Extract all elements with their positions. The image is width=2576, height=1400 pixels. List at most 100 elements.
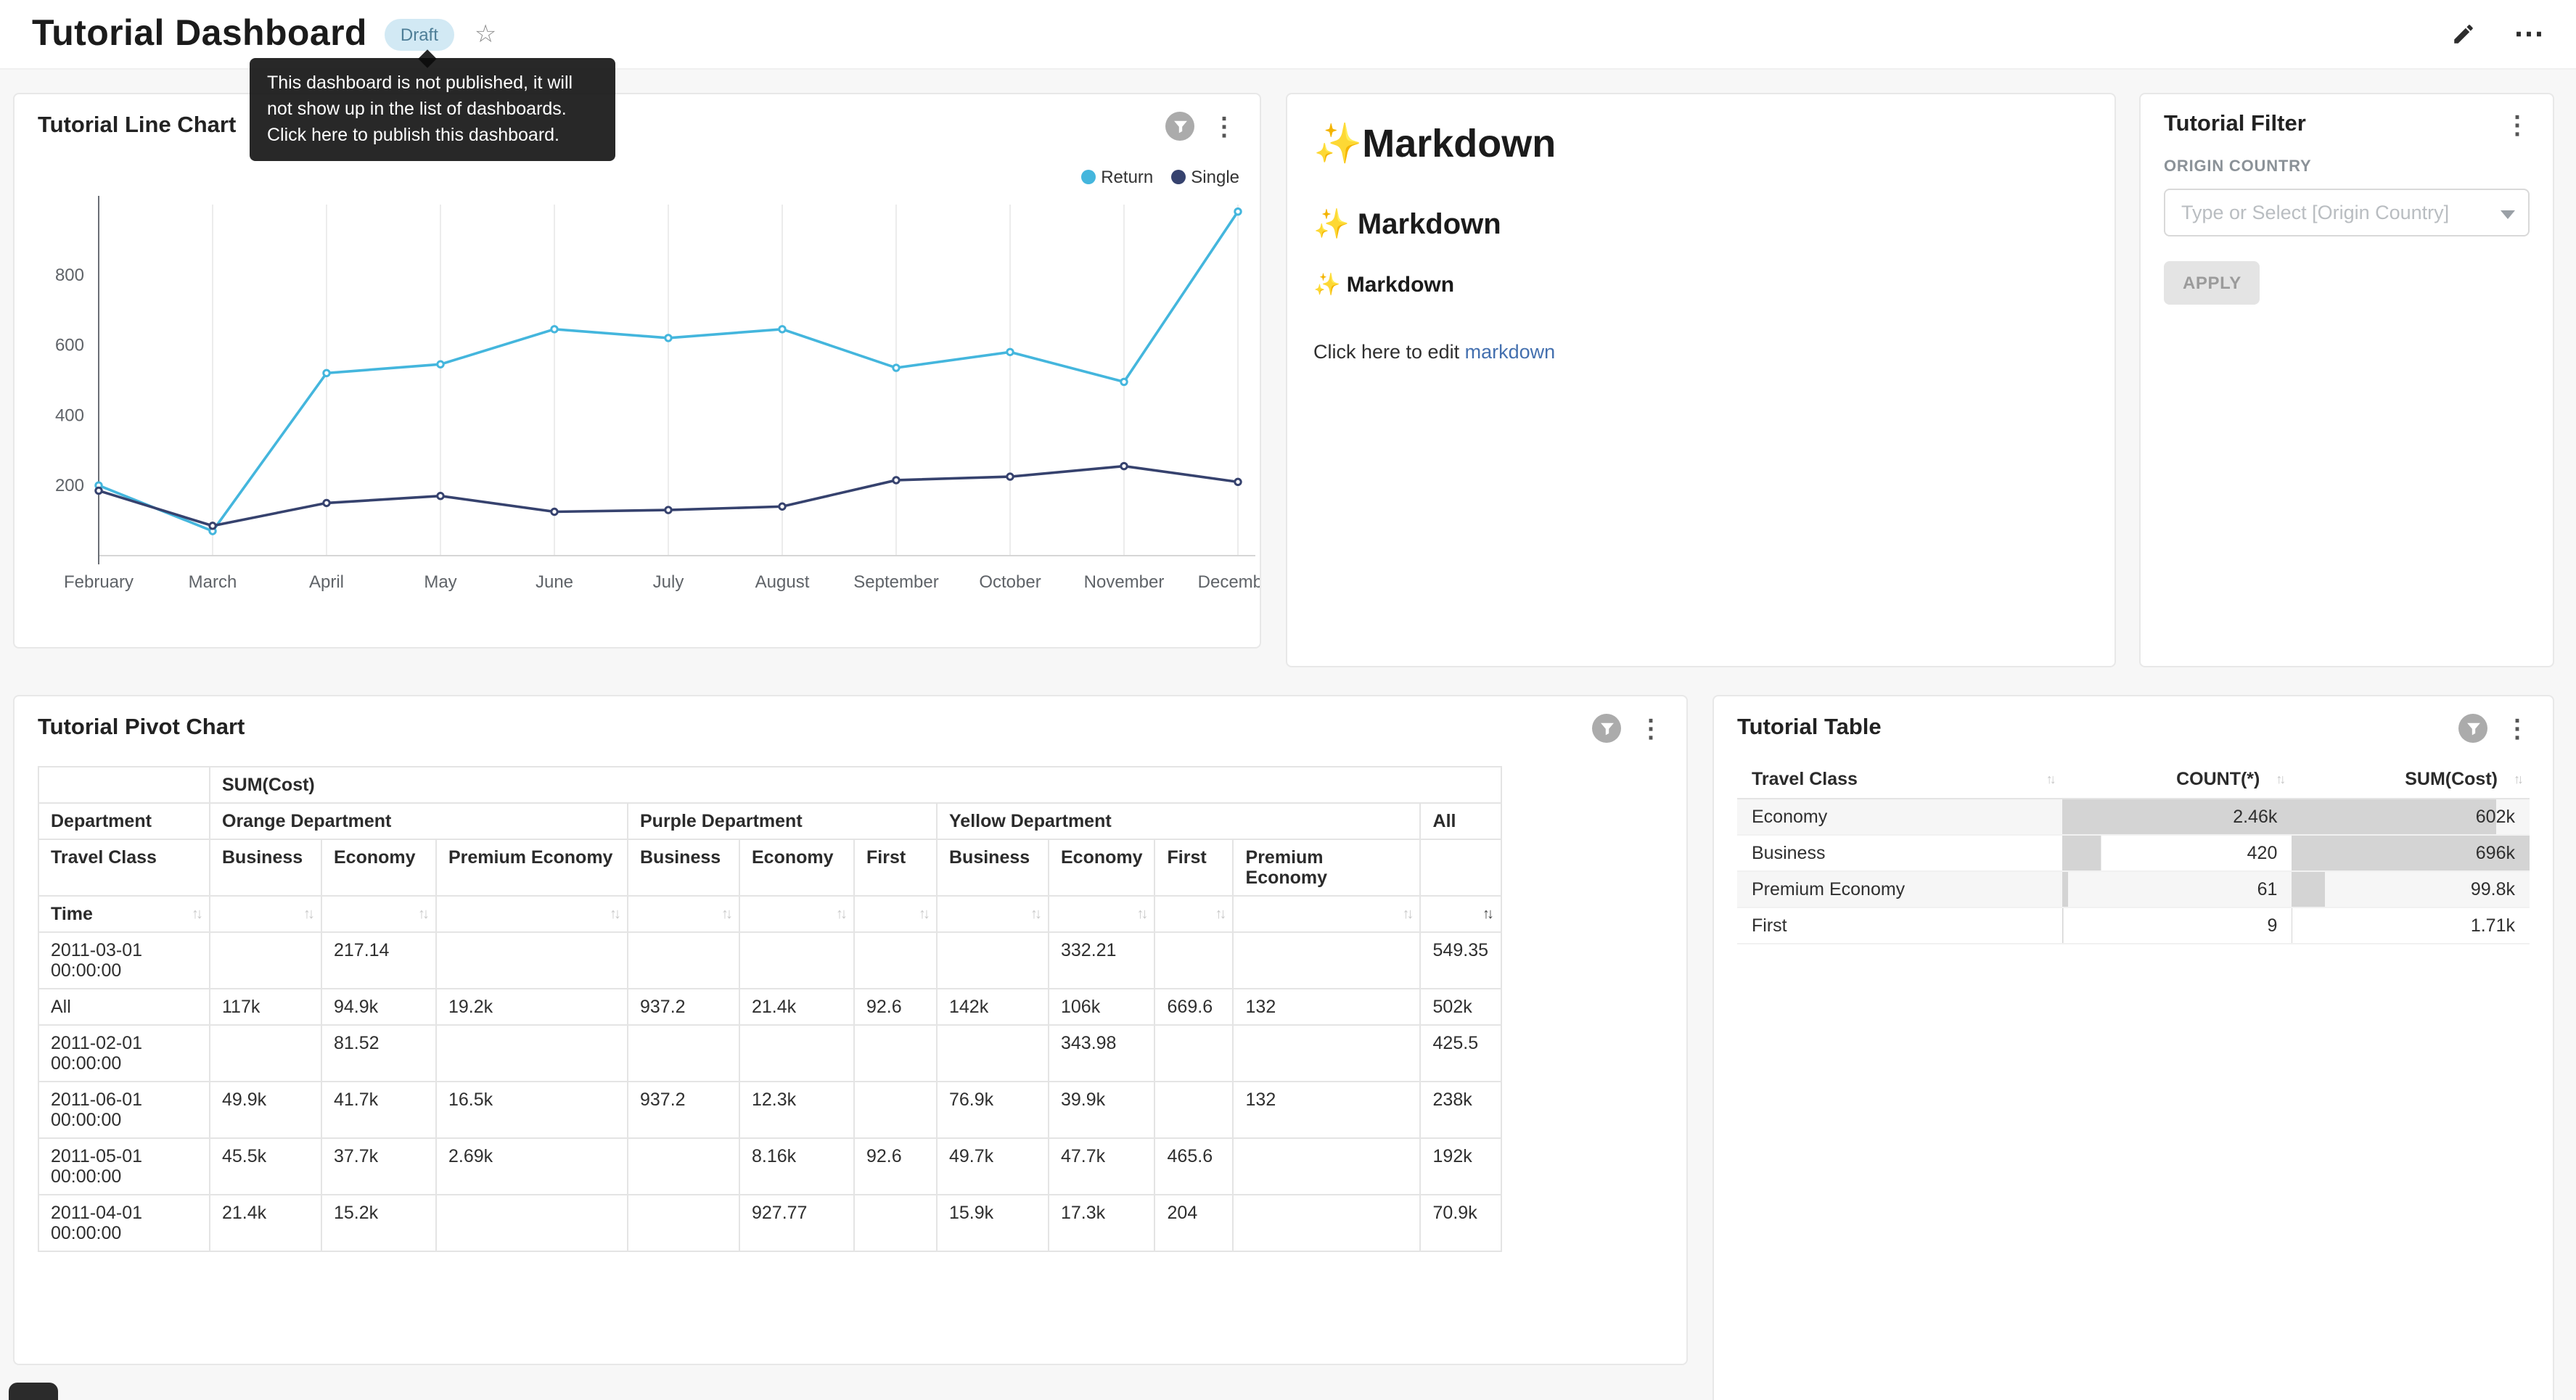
pivot-cell: 81.52	[321, 1025, 436, 1082]
select-placeholder: Type or Select [Origin Country]	[2181, 202, 2449, 223]
column-header-sum-cost-[interactable]: SUM(Cost)↑↓	[2292, 760, 2530, 799]
table-cell: 696k	[2292, 835, 2530, 871]
pivot-cell	[854, 1195, 937, 1251]
sort-icon[interactable]: ↑↓	[721, 907, 730, 923]
markdown-edit-link[interactable]: markdown	[1465, 341, 1556, 363]
svg-text:June: June	[536, 572, 573, 592]
table-cell: 1.71k	[2292, 907, 2530, 944]
pivot-cell: 142k	[937, 989, 1049, 1025]
publish-tooltip[interactable]: This dashboard is not published, it will…	[250, 58, 615, 162]
sort-icon[interactable]: ↑↓	[919, 907, 927, 923]
pivot-cell: 117k	[210, 989, 321, 1025]
filter-card: Tutorial Filter ⋮ ORIGIN COUNTRY Type or…	[2139, 93, 2554, 667]
pivot-row-label: 2011-04-01 00:00:00	[38, 1195, 210, 1251]
pivot-col-header: Business	[210, 839, 321, 896]
more-vertical-icon[interactable]: ⋮	[2505, 716, 2530, 741]
pivot-col-header: Economy	[321, 839, 436, 896]
pivot-cell: 425.5	[1421, 1025, 1501, 1082]
pivot-table: SUM(Cost)DepartmentOrange DepartmentPurp…	[38, 766, 1501, 1252]
pivot-row-label: All	[38, 989, 210, 1025]
card-header: Tutorial Pivot Chart ⋮	[15, 696, 1686, 743]
pivot-sort-row: Time↑↓↑↓↑↓↑↓↑↓↑↓↑↓↑↓↑↓↑↓↑↓↑↓	[38, 896, 1501, 932]
pivot-cell: 937.2	[628, 989, 739, 1025]
edit-icon[interactable]	[2451, 22, 2476, 46]
pivot-row-label: 2011-03-01 00:00:00	[38, 932, 210, 989]
pivot-cell: 15.2k	[321, 1195, 436, 1251]
draft-badge[interactable]: Draft	[385, 18, 454, 50]
pivot-cell: 8.16k	[739, 1138, 854, 1195]
pivot-cell: 45.5k	[210, 1138, 321, 1195]
pivot-col-header: Economy	[1049, 839, 1155, 896]
pivot-col-header: Business	[937, 839, 1049, 896]
more-vertical-icon[interactable]: ⋮	[2505, 112, 2530, 137]
svg-text:September: September	[853, 572, 938, 592]
pivot-col-header: First	[854, 839, 937, 896]
data-table: Travel Class↑↓COUNT(*)↑↓SUM(Cost)↑↓ Econ…	[1737, 760, 2530, 944]
table-header-row: Travel Class↑↓COUNT(*)↑↓SUM(Cost)↑↓	[1737, 760, 2530, 799]
origin-country-select[interactable]: Type or Select [Origin Country]	[2164, 189, 2530, 236]
column-header-travel-class[interactable]: Travel Class↑↓	[1737, 760, 2062, 799]
pivot-col-header	[1421, 839, 1501, 896]
filter-indicator-icon[interactable]	[2458, 714, 2487, 743]
table-cell: 420	[2062, 835, 2292, 871]
pivot-col-header: Economy	[739, 839, 854, 896]
pivot-row-label: 2011-05-01 00:00:00	[38, 1138, 210, 1195]
sort-icon[interactable]: ↑↓	[1030, 907, 1039, 923]
pivot-cell	[937, 932, 1049, 989]
pivot-col-header: Premium Economy	[1234, 839, 1421, 896]
pivot-cell: 49.9k	[210, 1082, 321, 1138]
sparkles-icon: ✨	[1313, 209, 1350, 241]
more-horizontal-icon[interactable]: ⋯	[2514, 19, 2544, 49]
filter-indicator-icon[interactable]	[1592, 714, 1621, 743]
dashboard-page: Tutorial Dashboard Draft ☆ ⋯ This dashbo…	[0, 0, 2576, 1400]
svg-text:July: July	[653, 572, 684, 592]
column-header-count-[interactable]: COUNT(*)↑↓	[2062, 760, 2292, 799]
pivot-cell: 47.7k	[1049, 1138, 1155, 1195]
svg-text:August: August	[755, 572, 810, 592]
pivot-row: 2011-02-01 00:00:0081.52343.98425.5	[38, 1025, 1501, 1082]
pivot-cell: 21.4k	[739, 989, 854, 1025]
table-title: Tutorial Table	[1737, 715, 1882, 741]
pivot-cell	[1234, 1025, 1421, 1082]
pivot-cell: 502k	[1421, 989, 1501, 1025]
table-row: Premium Economy6199.8k	[1737, 871, 2530, 907]
pivot-cell: 17.3k	[1049, 1195, 1155, 1251]
pivot-row-label: 2011-06-01 00:00:00	[38, 1082, 210, 1138]
apply-button[interactable]: APPLY	[2164, 261, 2260, 305]
pivot-cell	[739, 1025, 854, 1082]
pivot-cell	[210, 932, 321, 989]
star-icon[interactable]: ☆	[475, 20, 497, 49]
pivot-cell: 343.98	[1049, 1025, 1155, 1082]
pivot-cell	[210, 1025, 321, 1082]
svg-text:400: 400	[55, 405, 84, 425]
pivot-department-row: DepartmentOrange DepartmentPurple Depart…	[38, 803, 1501, 839]
sort-icon[interactable]: ↑↓	[1403, 907, 1411, 923]
pivot-cell: 92.6	[854, 1138, 937, 1195]
chart-card-tutorial-table: Tutorial Table ⋮ Travel Class↑↓COUNT(*)↑…	[1712, 695, 2554, 1400]
sort-icon[interactable]: ↑↓	[836, 907, 845, 923]
pivot-cell	[628, 1138, 739, 1195]
header-actions: ⋯	[2451, 19, 2544, 49]
pivot-group-header: All	[1421, 803, 1501, 839]
sort-icon[interactable]: ↑↓	[1215, 907, 1224, 923]
markdown-h3: ✨ Markdown	[1313, 271, 2088, 297]
sort-icon[interactable]: ↑↓	[1137, 907, 1146, 923]
pivot-metric-row: SUM(Cost)	[38, 767, 1501, 803]
sort-icon[interactable]: ↑↓	[610, 907, 618, 923]
more-vertical-icon[interactable]: ⋮	[1212, 114, 1236, 139]
sort-icon[interactable]: ↑↓	[192, 907, 200, 923]
pivot-cell: 12.3k	[739, 1082, 854, 1138]
card-header: Tutorial Filter ⋮	[2141, 94, 2553, 138]
chart-title: Tutorial Line Chart	[38, 113, 236, 139]
pivot-cell	[436, 1195, 628, 1251]
pivot-cell: 132	[1234, 1082, 1421, 1138]
pivot-cell: 70.9k	[1421, 1195, 1501, 1251]
sort-icon[interactable]: ↑↓	[1482, 907, 1491, 923]
pivot-cell: 192k	[1421, 1138, 1501, 1195]
sort-icon: ↑↓	[2276, 772, 2283, 786]
sort-icon[interactable]: ↑↓	[303, 907, 312, 923]
sort-icon[interactable]: ↑↓	[418, 907, 427, 923]
more-vertical-icon[interactable]: ⋮	[1638, 716, 1663, 741]
filter-indicator-icon[interactable]	[1165, 112, 1194, 141]
pivot-cell: 39.9k	[1049, 1082, 1155, 1138]
